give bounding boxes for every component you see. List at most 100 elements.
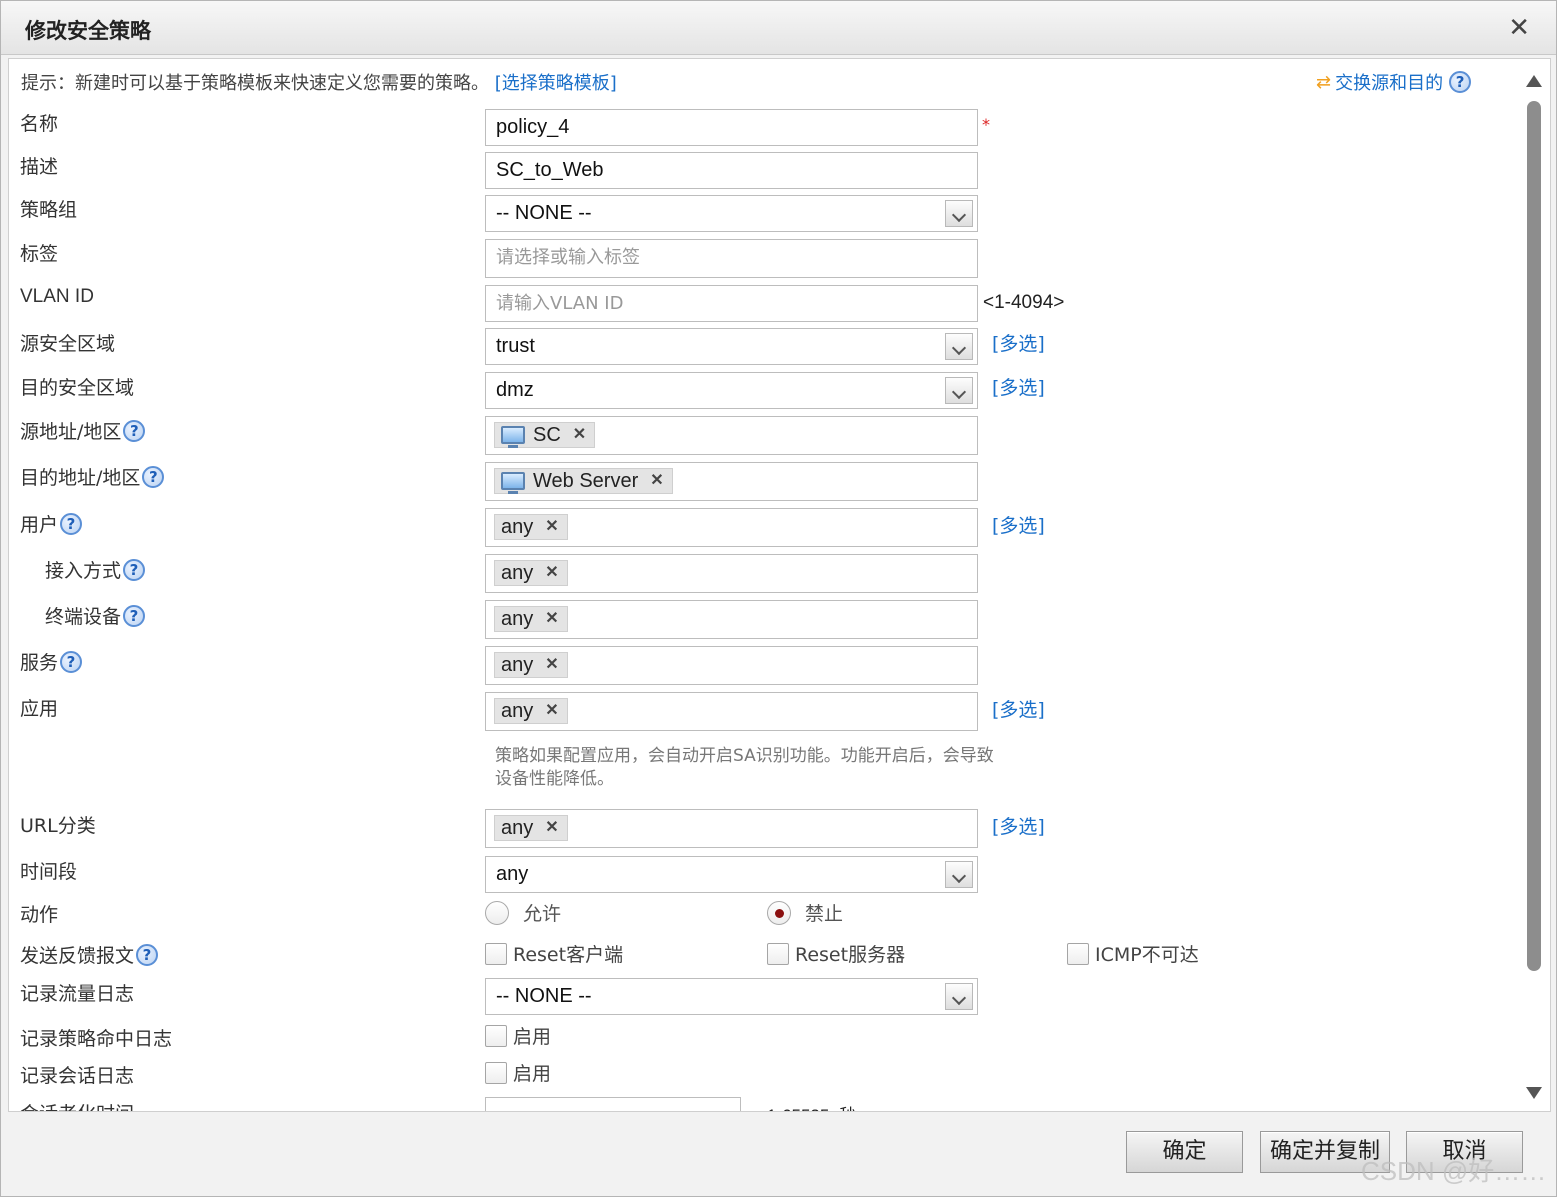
checkbox-box[interactable] — [1067, 942, 1089, 965]
checkbox-box[interactable] — [485, 1061, 507, 1084]
traffic-log-select[interactable]: -- NONE -- — [485, 978, 978, 1015]
dst-zone-multi-select[interactable]: [多选] — [992, 373, 1045, 400]
policy-group-value: -- NONE -- — [496, 202, 592, 224]
access-mode-tag: any ✕ — [494, 560, 568, 586]
traffic-log-value: -- NONE -- — [496, 985, 592, 1007]
url-category-multi-select[interactable]: [多选] — [992, 812, 1045, 839]
help-icon[interactable]: ? — [136, 943, 159, 966]
service-tag: any ✕ — [494, 652, 568, 678]
remove-tag-icon[interactable]: ✕ — [545, 561, 558, 585]
src-zone-label: 源安全区域 — [20, 333, 116, 355]
help-icon[interactable]: ? — [142, 465, 165, 488]
remove-tag-icon[interactable]: ✕ — [545, 653, 558, 677]
ok-and-copy-button[interactable]: 确定并复制 — [1260, 1131, 1390, 1173]
chevron-down-icon[interactable] — [945, 333, 973, 360]
help-icon[interactable]: ? — [60, 512, 83, 535]
terminal-tag-text: any — [501, 608, 534, 630]
help-icon[interactable]: ? — [123, 604, 146, 627]
src-zone-select[interactable]: trust — [485, 328, 978, 365]
tag-input[interactable]: 请选择或输入标签 — [485, 239, 978, 278]
required-marker: * — [982, 115, 990, 134]
help-icon[interactable]: ? — [123, 419, 146, 442]
cancel-button[interactable]: 取消 — [1406, 1131, 1523, 1173]
application-tag-text: any — [501, 700, 534, 722]
user-input[interactable]: any ✕ — [485, 508, 978, 547]
chevron-down-icon[interactable] — [945, 200, 973, 227]
url-category-input[interactable]: any ✕ — [485, 809, 978, 848]
chevron-down-icon[interactable] — [945, 983, 973, 1010]
url-category-tag-text: any — [501, 817, 534, 839]
dst-zone-label: 目的安全区域 — [20, 377, 135, 399]
action-allow-radio[interactable]: 允许 — [485, 899, 561, 926]
close-icon[interactable]: ✕ — [1508, 13, 1530, 43]
remove-tag-icon[interactable]: ✕ — [545, 699, 558, 723]
access-mode-label-text: 接入方式 — [45, 560, 122, 582]
terminal-input[interactable]: any ✕ — [485, 600, 978, 639]
reset-client-checkbox[interactable]: Reset客户端 — [485, 940, 623, 967]
help-icon[interactable]: ? — [60, 650, 83, 673]
radio-unchecked[interactable] — [485, 900, 509, 925]
swap-source-destination-link[interactable]: ⇄ 交换源和目的 ? — [1316, 69, 1472, 95]
access-mode-input[interactable]: any ✕ — [485, 554, 978, 593]
checkbox-box[interactable] — [485, 942, 507, 965]
dst-addr-tag-text: Web Server — [533, 470, 639, 492]
ok-button[interactable]: 确定 — [1126, 1131, 1243, 1173]
checkbox-box[interactable] — [767, 942, 789, 965]
remove-tag-icon[interactable]: ✕ — [545, 607, 558, 631]
scroll-thumb[interactable] — [1527, 101, 1541, 971]
swap-label: 交换源和目的 — [1335, 73, 1444, 94]
hint-message: 提示：新建时可以基于策略模板来快速定义您需要的策略。 — [21, 73, 489, 94]
remove-tag-icon[interactable]: ✕ — [545, 515, 558, 539]
chevron-down-icon[interactable] — [945, 377, 973, 404]
policy-group-label: 策略组 — [20, 199, 78, 221]
name-input[interactable]: policy_4 — [485, 109, 978, 146]
dialog-title: 修改安全策略 — [25, 19, 151, 43]
checkbox-box[interactable] — [485, 1024, 507, 1047]
reset-server-checkbox[interactable]: Reset服务器 — [767, 940, 905, 967]
description-input[interactable]: SC_to_Web — [485, 152, 978, 189]
application-multi-select[interactable]: [多选] — [992, 695, 1045, 722]
dst-addr-label: 目的地址/地区 ? — [20, 463, 165, 490]
vlan-input[interactable]: 请输入VLAN ID — [485, 285, 978, 322]
scroll-up-icon[interactable] — [1526, 75, 1542, 87]
feedback-label-text: 发送反馈报文 — [20, 945, 135, 967]
user-tag: any ✕ — [494, 514, 568, 540]
session-aging-label: 会话老化时间 — [20, 1099, 134, 1111]
help-icon[interactable]: ? — [123, 558, 146, 581]
src-addr-input[interactable]: SC ✕ — [485, 416, 978, 455]
radio-checked[interactable] — [767, 900, 791, 925]
policy-group-select[interactable]: -- NONE -- — [485, 195, 978, 232]
remove-tag-icon[interactable]: ✕ — [545, 816, 558, 840]
scroll-down-icon[interactable] — [1526, 1087, 1542, 1099]
schedule-value: any — [496, 863, 529, 885]
terminal-label-text: 终端设备 — [45, 606, 122, 628]
terminal-tag: any ✕ — [494, 606, 568, 632]
vlan-range: <1-4094> — [983, 292, 1065, 313]
help-icon[interactable]: ? — [1449, 71, 1472, 93]
url-category-label: URL分类 — [20, 815, 96, 837]
session-aging-input[interactable] — [485, 1097, 741, 1111]
application-input[interactable]: any ✕ — [485, 692, 978, 731]
chevron-down-icon[interactable] — [945, 861, 973, 888]
remove-tag-icon[interactable]: ✕ — [650, 469, 663, 493]
computer-icon — [501, 472, 525, 494]
vertical-scrollbar[interactable] — [1526, 71, 1542, 1101]
session-log-option: 启用 — [513, 1063, 552, 1085]
description-label: 描述 — [20, 156, 59, 178]
icmp-unreachable-checkbox[interactable]: ICMP不可达 — [1067, 940, 1199, 967]
hit-log-checkbox[interactable]: 启用 — [485, 1022, 551, 1049]
user-tag-text: any — [501, 516, 534, 538]
dst-zone-select[interactable]: dmz — [485, 372, 978, 409]
tag-placeholder: 请选择或输入标签 — [496, 247, 640, 268]
hit-log-option: 启用 — [513, 1026, 552, 1048]
application-label: 应用 — [20, 698, 59, 720]
user-multi-select[interactable]: [多选] — [992, 511, 1045, 538]
service-input[interactable]: any ✕ — [485, 646, 978, 685]
select-template-link[interactable]: [选择策略模板] — [495, 73, 617, 94]
remove-tag-icon[interactable]: ✕ — [573, 423, 586, 447]
dst-addr-input[interactable]: Web Server ✕ — [485, 462, 978, 501]
src-zone-multi-select[interactable]: [多选] — [992, 329, 1045, 356]
action-deny-radio[interactable]: 禁止 — [767, 899, 843, 926]
session-log-checkbox[interactable]: 启用 — [485, 1059, 551, 1086]
schedule-select[interactable]: any — [485, 856, 978, 893]
